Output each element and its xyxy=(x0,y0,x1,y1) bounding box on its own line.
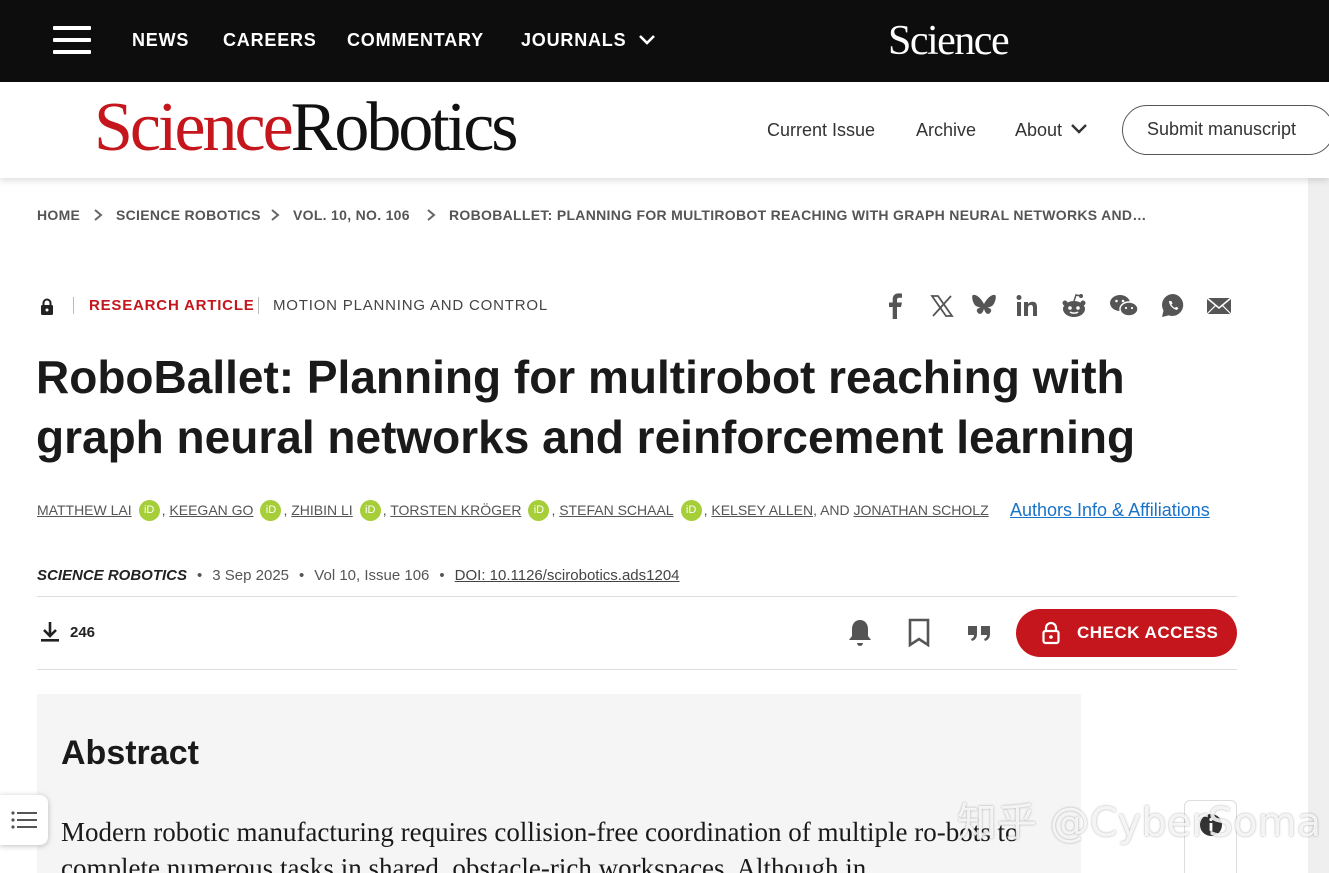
abstract-panel: Abstract Modern robotic manufacturing re… xyxy=(37,694,1081,873)
author-link[interactable]: TORSTEN KRÖGER xyxy=(390,502,521,518)
authors-affiliations-link[interactable]: Authors Info & Affiliations xyxy=(1010,500,1210,521)
bookmark-icon[interactable] xyxy=(906,617,932,649)
author-conjunction: , AND xyxy=(813,502,850,519)
separator-dot: • xyxy=(299,567,305,584)
orcid-icon[interactable]: iD xyxy=(138,500,160,521)
cite-quote-icon[interactable] xyxy=(966,617,994,649)
orcid-icon[interactable]: iD xyxy=(359,500,381,521)
nav-careers[interactable]: CAREERS xyxy=(223,30,317,51)
list-icon xyxy=(11,811,37,829)
article-type[interactable]: RESEARCH ARTICLE xyxy=(89,297,255,314)
author-list: MATTHEW LAI iD, KEEGAN GO iD, ZHIBIN LI iD,… xyxy=(37,500,989,523)
author-link[interactable]: KEEGAN GO xyxy=(169,502,253,518)
nav-news[interactable]: NEWS xyxy=(132,30,189,51)
submit-manuscript-button[interactable]: Submit manuscript xyxy=(1122,105,1329,155)
journal-header: ScienceRobotics Current Issue Archive Ab… xyxy=(0,82,1329,178)
author-link[interactable]: STEFAN SCHAAL xyxy=(559,502,673,518)
download-count: 246 xyxy=(70,624,96,641)
about-chevron-down-icon[interactable] xyxy=(1070,122,1088,136)
breadcrumb-journal[interactable]: SCIENCE ROBOTICS xyxy=(116,207,261,223)
science-robotics-logo[interactable]: ScienceRobotics xyxy=(94,88,519,168)
nav-archive[interactable]: Archive xyxy=(916,120,976,141)
orcid-icon[interactable]: iD xyxy=(680,500,702,521)
check-access-button[interactable]: CHECK ACCESS xyxy=(1016,609,1237,657)
download-icon[interactable] xyxy=(38,620,62,644)
x-icon[interactable] xyxy=(930,292,954,320)
chevron-right-icon xyxy=(94,209,103,221)
publication-date: 3 Sep 2025 xyxy=(212,567,290,584)
publication-meta: SCIENCE ROBOTICS • 3 Sep 2025 • Vol 10, Issu… xyxy=(37,567,680,584)
divider xyxy=(37,596,1237,597)
breadcrumb-issue[interactable]: VOL. 10, NO. 106 xyxy=(293,207,410,223)
abstract-heading: Abstract xyxy=(61,734,199,772)
science-logo[interactable]: Science xyxy=(888,17,1010,65)
orcid-icon[interactable]: iD xyxy=(528,500,550,521)
article-subject[interactable]: MOTION PLANNING AND CONTROL xyxy=(273,297,548,314)
whatsapp-icon[interactable] xyxy=(1160,292,1186,320)
separator-dot: • xyxy=(439,567,445,584)
author-link[interactable]: MATTHEW LAI xyxy=(37,502,132,518)
watermark: 知乎 @CyberSoma xyxy=(957,800,1322,846)
divider xyxy=(37,669,1237,670)
linkedin-icon[interactable] xyxy=(1015,292,1039,320)
page-side-gutter xyxy=(1308,178,1329,873)
global-header: NEWS CAREERS COMMENTARY JOURNALS Science xyxy=(0,0,1329,82)
nav-about[interactable]: About xyxy=(1015,120,1062,141)
divider xyxy=(258,297,259,314)
author-link[interactable]: KELSEY ALLEN xyxy=(711,502,813,518)
author-link[interactable]: ZHIBIN LI xyxy=(291,502,352,518)
volume-issue: Vol 10, Issue 106 xyxy=(314,567,430,584)
orcid-icon[interactable]: iD xyxy=(260,500,282,521)
breadcrumb-current: ROBOBALLET: PLANNING FOR MULTIROBOT REAC… xyxy=(449,207,1147,223)
wechat-icon[interactable] xyxy=(1109,292,1139,320)
abstract-text: Modern robotic manufacturing requires co… xyxy=(61,817,1019,873)
bluesky-icon[interactable] xyxy=(971,292,997,320)
lock-icon xyxy=(41,298,53,315)
brand-part-robotics: Robotics xyxy=(290,89,519,166)
doi-link[interactable]: DOI: 10.1126/scirobotics.ads1204 xyxy=(455,567,680,584)
brand-part-science: Science xyxy=(94,89,294,166)
chevron-right-icon xyxy=(427,209,436,221)
article-title: RoboBallet: Planning for multirobot reac… xyxy=(36,351,1136,463)
chevron-down-icon[interactable] xyxy=(638,33,656,47)
facebook-icon[interactable] xyxy=(884,292,906,320)
journal-name: SCIENCE ROBOTICS xyxy=(37,567,188,584)
nav-commentary[interactable]: COMMENTARY xyxy=(347,30,484,51)
author-link[interactable]: JONATHAN SCHOLZ xyxy=(854,502,989,518)
reddit-icon[interactable] xyxy=(1060,292,1088,320)
breadcrumb-home[interactable]: HOME xyxy=(37,207,80,223)
separator-dot: • xyxy=(197,567,203,584)
nav-journals[interactable]: JOURNALS xyxy=(521,30,626,51)
nav-current-issue[interactable]: Current Issue xyxy=(767,120,875,141)
lock-open-icon xyxy=(1042,621,1060,645)
divider xyxy=(73,297,74,314)
table-of-contents-button[interactable] xyxy=(0,795,48,845)
email-icon[interactable] xyxy=(1206,292,1232,320)
menu-icon[interactable] xyxy=(53,26,91,54)
bell-icon[interactable] xyxy=(845,617,875,649)
check-access-label: CHECK ACCESS xyxy=(1077,623,1219,642)
chevron-right-icon xyxy=(271,209,280,221)
